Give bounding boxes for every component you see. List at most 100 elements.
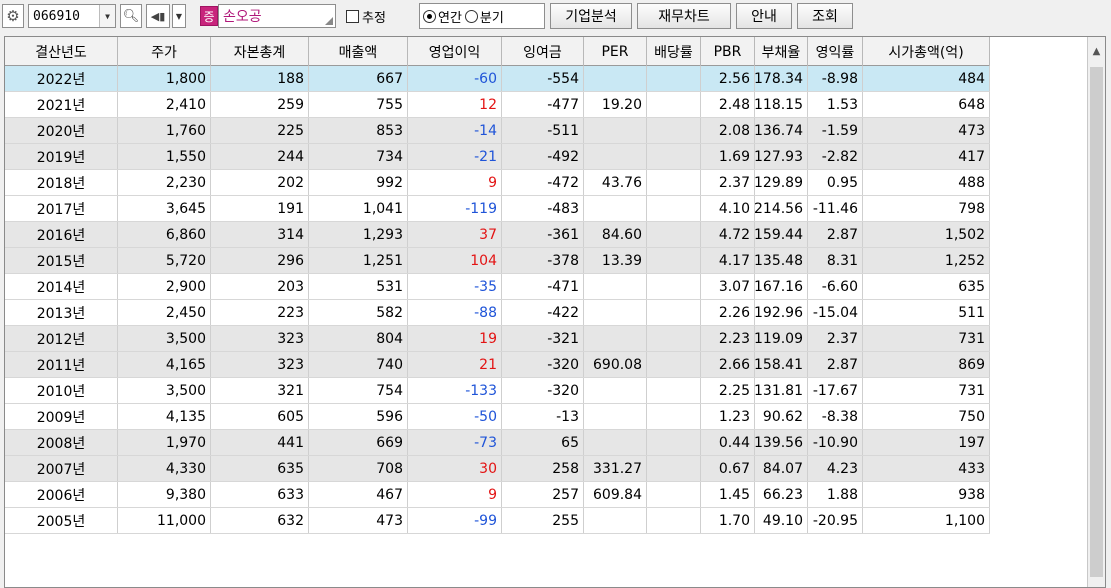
col-per-cell xyxy=(584,430,647,455)
estimate-checkbox[interactable]: 추정 xyxy=(346,4,410,28)
col-op-margin-cell: 1.88 xyxy=(808,482,863,507)
col-surplus-cell: -378 xyxy=(502,248,584,273)
col-market-cap-header[interactable]: 시가총액(억) xyxy=(863,37,990,66)
quarterly-radio[interactable] xyxy=(464,9,478,23)
search-button[interactable]: 조회 xyxy=(797,3,853,29)
table-row[interactable]: 2021년 2,410 259 755 12 -477 19.20 2.48 118.15 1.5… xyxy=(5,92,990,118)
col-dividend-cell xyxy=(647,482,701,507)
col-dividend-cell xyxy=(647,66,701,91)
table-row[interactable]: 2007년 4,330 635 708 30 258 331.27 0.67 84.07 4.23… xyxy=(5,456,990,482)
col-op-profit-header[interactable]: 영업이익 xyxy=(408,37,502,66)
col-surplus-cell: 65 xyxy=(502,430,584,455)
col-equity-cell: 321 xyxy=(211,378,309,403)
col-debt-ratio-header[interactable]: 부채율 xyxy=(755,37,808,66)
col-price-cell: 2,900 xyxy=(118,274,211,299)
table-row[interactable]: 2018년 2,230 202 992 9 -472 43.76 2.37 129.89 0.95… xyxy=(5,170,990,196)
col-surplus-cell: -477 xyxy=(502,92,584,117)
col-op-profit-cell: -21 xyxy=(408,144,502,169)
col-sales-cell: 992 xyxy=(309,170,408,195)
chevron-up-icon[interactable]: ▲ xyxy=(1088,37,1105,65)
quarterly-label[interactable]: 분기 xyxy=(480,7,504,26)
col-per-header[interactable]: PER xyxy=(584,37,647,66)
col-equity-cell: 633 xyxy=(211,482,309,507)
search-stock-button[interactable]: 🔍︎ xyxy=(120,4,142,28)
annual-radio[interactable] xyxy=(423,9,436,23)
col-year-cell: 2018년 xyxy=(5,170,118,195)
stock-code-value[interactable]: 066910 xyxy=(33,9,80,24)
table-row[interactable]: 2022년 1,800 188 667 -60 -554 2.56 178.34 -8.98 48… xyxy=(5,66,990,92)
table-row[interactable]: 2005년 11,000 632 473 -99 255 1.70 49.10 -20.95 1,… xyxy=(5,508,990,534)
col-op-margin-header[interactable]: 영익률 xyxy=(808,37,863,66)
table-row[interactable]: 2010년 3,500 321 754 -133 -320 2.25 131.81 -17.67… xyxy=(5,378,990,404)
scrollbar-thumb[interactable] xyxy=(1090,67,1103,577)
col-equity-header[interactable]: 자본총계 xyxy=(211,37,309,66)
col-debt-ratio-cell: 139.56 xyxy=(755,430,808,455)
company-analysis-button[interactable]: 기업분석 xyxy=(550,3,632,29)
table-row[interactable]: 2013년 2,450 223 582 -88 -422 2.26 192.96 -15.04 5… xyxy=(5,300,990,326)
col-dividend-cell xyxy=(647,456,701,481)
col-dividend-cell xyxy=(647,508,701,533)
stock-code-combo[interactable]: 066910 ▼ xyxy=(28,4,116,28)
financial-chart-button[interactable]: 재무차트 xyxy=(637,3,731,29)
col-sales-cell: 1,041 xyxy=(309,196,408,221)
col-sales-cell: 734 xyxy=(309,144,408,169)
table-row[interactable]: 2020년 1,760 225 853 -14 -511 2.08 136.74 -1.59 47… xyxy=(5,118,990,144)
col-op-margin-cell: -20.95 xyxy=(808,508,863,533)
col-price-cell: 4,165 xyxy=(118,352,211,377)
col-op-profit-cell: 37 xyxy=(408,222,502,247)
guide-button[interactable]: 안내 xyxy=(736,3,792,29)
table-row[interactable]: 2015년 5,720 296 1,251 104 -378 13.39 4.17 135.48… xyxy=(5,248,990,274)
col-equity-cell: 323 xyxy=(211,326,309,351)
settings-button[interactable]: ⚙ xyxy=(2,4,24,28)
col-market-cap-cell: 938 xyxy=(863,482,990,507)
col-price-cell: 4,135 xyxy=(118,404,211,429)
col-pbr-cell: 2.25 xyxy=(701,378,755,403)
chevron-down-icon[interactable]: ▼ xyxy=(99,5,115,27)
table-row[interactable]: 2014년 2,900 203 531 -35 -471 3.07 167.16 -6.60 63… xyxy=(5,274,990,300)
col-pbr-header[interactable]: PBR xyxy=(701,37,755,66)
col-op-profit-cell: 12 xyxy=(408,92,502,117)
col-op-profit-cell: 19 xyxy=(408,326,502,351)
speaker-dropdown[interactable]: ▼ xyxy=(172,4,186,28)
table-row[interactable]: 2006년 9,380 633 467 9 257 609.84 1.45 66.23 1.88 9… xyxy=(5,482,990,508)
col-pbr-cell: 0.44 xyxy=(701,430,755,455)
col-pbr-cell: 3.07 xyxy=(701,274,755,299)
col-surplus-cell: -422 xyxy=(502,300,584,325)
col-op-profit-cell: -60 xyxy=(408,66,502,91)
col-surplus-cell: -472 xyxy=(502,170,584,195)
col-surplus-header[interactable]: 잉여금 xyxy=(502,37,584,66)
col-market-cap-cell: 750 xyxy=(863,404,990,429)
col-dividend-cell xyxy=(647,248,701,273)
table-row[interactable]: 2008년 1,970 441 669 -73 65 0.44 139.56 -10.90 197 xyxy=(5,430,990,456)
col-market-cap-cell: 473 xyxy=(863,118,990,143)
col-equity-cell: 296 xyxy=(211,248,309,273)
col-year-header[interactable]: 결산년도 xyxy=(5,37,118,66)
table-row[interactable]: 2016년 6,860 314 1,293 37 -361 84.60 4.72 159.44 2… xyxy=(5,222,990,248)
table-row[interactable]: 2009년 4,135 605 596 -50 -13 1.23 90.62 -8.38 750 xyxy=(5,404,990,430)
col-year-cell: 2021년 xyxy=(5,92,118,117)
magnifier-icon: 🔍︎ xyxy=(122,8,140,24)
vertical-scrollbar[interactable]: ▲ xyxy=(1087,37,1105,587)
col-op-profit-cell: 104 xyxy=(408,248,502,273)
table-row[interactable]: 2011년 4,165 323 740 21 -320 690.08 2.66 158.41 2.… xyxy=(5,352,990,378)
col-op-margin-cell: -17.67 xyxy=(808,378,863,403)
col-sales-cell: 596 xyxy=(309,404,408,429)
stock-name-field[interactable]: 손오공 xyxy=(218,4,336,28)
chevron-down-icon: ▼ xyxy=(175,11,183,21)
col-dividend-cell xyxy=(647,430,701,455)
col-per-cell: 690.08 xyxy=(584,352,647,377)
speaker-button[interactable]: ◀▮ xyxy=(146,4,170,28)
col-equity-cell: 188 xyxy=(211,66,309,91)
annual-label[interactable]: 연간 xyxy=(438,7,462,26)
table-row[interactable]: 2017년 3,645 191 1,041 -119 -483 4.10 214.56 -11.… xyxy=(5,196,990,222)
col-market-cap-cell: 417 xyxy=(863,144,990,169)
col-pbr-cell: 2.66 xyxy=(701,352,755,377)
table-row[interactable]: 2019년 1,550 244 734 -21 -492 1.69 127.93 -2.82 41… xyxy=(5,144,990,170)
checkbox-box[interactable] xyxy=(346,9,359,23)
col-sales-header[interactable]: 매출액 xyxy=(309,37,408,66)
col-price-header[interactable]: 주가 xyxy=(118,37,211,66)
col-dividend-cell xyxy=(647,326,701,351)
col-debt-ratio-cell: 159.44 xyxy=(755,222,808,247)
col-dividend-header[interactable]: 배당률 xyxy=(647,37,701,66)
table-row[interactable]: 2012년 3,500 323 804 19 -321 2.23 119.09 2.37 731 xyxy=(5,326,990,352)
